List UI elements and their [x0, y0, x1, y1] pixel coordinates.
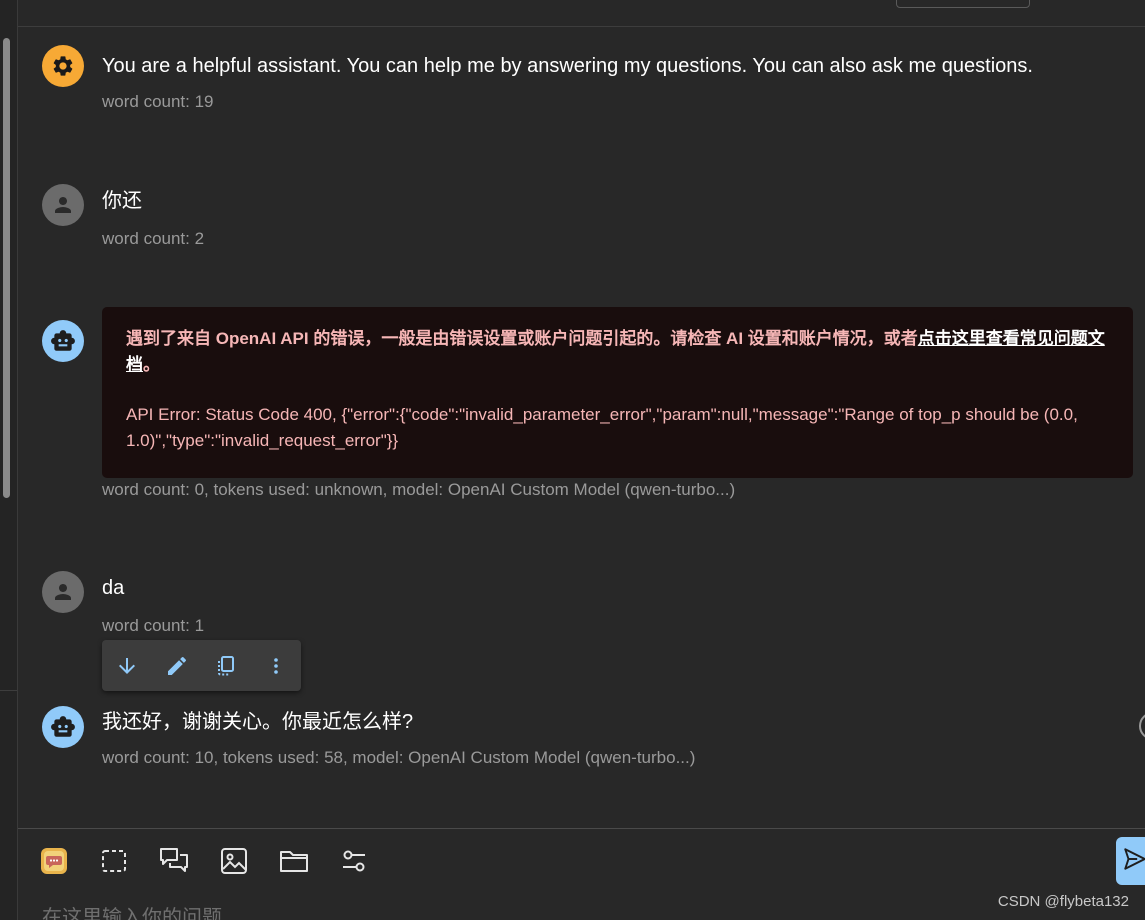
- send-icon: [1122, 846, 1145, 877]
- input-panel: 在这里输入你的问题... CSDN @flybeta132: [18, 828, 1145, 920]
- watermark: CSDN @flybeta132: [997, 893, 1129, 910]
- more-vert-icon[interactable]: [251, 640, 301, 691]
- conversation-icon[interactable]: [158, 845, 190, 877]
- message-text: 你还: [102, 190, 142, 212]
- assistant-avatar: [42, 320, 84, 362]
- chat-app: You are a helpful assistant. You can hel…: [0, 0, 1145, 920]
- message-text: 我还好，谢谢关心。你最近怎么样?: [102, 711, 414, 733]
- system-avatar: [42, 45, 84, 87]
- robot-icon: [50, 328, 76, 354]
- send-button[interactable]: [1116, 837, 1145, 885]
- message-meta: word count: 10, tokens used: 58, model: …: [102, 748, 696, 767]
- assistant-avatar: [42, 706, 84, 748]
- error-headline-end: 。: [143, 355, 160, 374]
- image-icon[interactable]: [218, 845, 250, 877]
- scroll-to-bottom-icon[interactable]: [1139, 712, 1145, 740]
- gear-icon: [51, 54, 75, 78]
- user-avatar: [42, 184, 84, 226]
- top-button[interactable]: [896, 0, 1030, 8]
- left-rail: [0, 0, 18, 920]
- question-input[interactable]: 在这里输入你的问题...: [42, 901, 239, 920]
- error-body: API Error: Status Code 400, {"error":{"c…: [126, 405, 1078, 450]
- message-meta: word count: 2: [102, 229, 205, 248]
- user-avatar: [42, 571, 84, 613]
- robot-icon: [50, 714, 76, 740]
- message-meta: word count: 19: [102, 92, 214, 111]
- arrow-down-icon[interactable]: [102, 640, 152, 691]
- message-meta: word count: 1: [102, 616, 205, 635]
- person-icon: [51, 193, 75, 217]
- scrollbar[interactable]: [3, 38, 10, 498]
- person-icon: [51, 580, 75, 604]
- settings-sliders-icon[interactable]: [338, 845, 370, 877]
- message-text: da: [102, 577, 125, 599]
- message-action-bar: [102, 640, 301, 691]
- error-headline: 遇到了来自 OpenAI API 的错误，一般是由错误设置或账户问题引起的。请检…: [126, 326, 1109, 378]
- message-text: You are a helpful assistant. You can hel…: [102, 55, 1033, 77]
- copy-icon[interactable]: [202, 640, 252, 691]
- top-bar: [18, 0, 1145, 27]
- rail-divider: [0, 690, 17, 691]
- selection-icon[interactable]: [98, 845, 130, 877]
- folder-icon[interactable]: [278, 845, 310, 877]
- error-message-box: 遇到了来自 OpenAI API 的错误，一般是由错误设置或账户问题引起的。请检…: [102, 307, 1133, 478]
- error-headline-text: 遇到了来自 OpenAI API 的错误，一般是由错误设置或账户问题引起的。请检…: [126, 329, 918, 348]
- edit-icon[interactable]: [152, 640, 202, 691]
- chat-app-icon[interactable]: [38, 845, 70, 877]
- message-meta: word count: 0, tokens used: unknown, mod…: [102, 480, 736, 499]
